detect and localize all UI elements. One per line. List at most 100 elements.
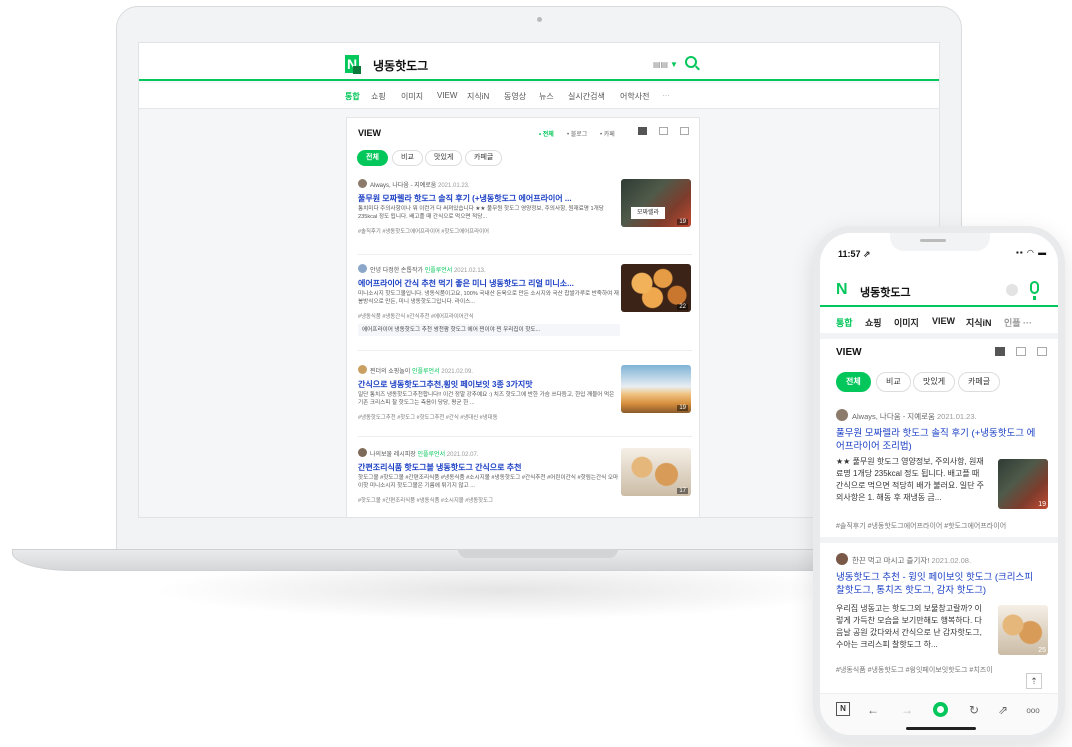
avatar[interactable] — [358, 448, 367, 457]
list-view-icon[interactable] — [995, 347, 1005, 356]
post-title[interactable]: 간편조리식품 핫도그볼 냉동핫도그 간식으로 추천 — [358, 462, 620, 473]
search-query[interactable]: 냉동핫도그 — [373, 57, 428, 74]
tab-news[interactable]: 뉴스 — [539, 91, 554, 102]
tab-shopping[interactable]: 쇼핑 — [371, 91, 386, 102]
chip-compare[interactable]: 비교 — [876, 372, 911, 392]
keyboard-dropdown-icon[interactable]: ▼ — [670, 60, 678, 69]
tab-view[interactable]: VIEW — [932, 316, 955, 326]
settings-view-icon[interactable] — [680, 127, 689, 135]
tab-realtime[interactable]: 실시간검색 — [568, 91, 605, 102]
post-author[interactable]: Always, 나다움 - 지예로움 2021.01.23. — [370, 180, 470, 189]
related-post-link[interactable]: 에어프라이어 냉동핫도그 추천 쌍천팜 핫도그 에어 찐이야 찐 우리집이 핫도… — [358, 324, 620, 336]
refresh-icon[interactable]: ↻ — [965, 703, 983, 717]
chip-all[interactable]: 전체 — [836, 372, 871, 392]
filter-all[interactable]: • 전체 — [539, 129, 554, 138]
post-author[interactable]: Always, 나다움 - 지예로움 2021.01.23. — [852, 411, 977, 422]
tab-view[interactable]: VIEW — [437, 91, 457, 100]
post-author-name[interactable]: 찐더의 쇼핑놀이 — [370, 369, 410, 375]
tab-all[interactable]: 통합 — [345, 91, 360, 102]
post-title[interactable]: 풀무원 모짜렐라 핫도그 솔직 후기 (+냉동핫도그 에어프라이어 조리법) — [836, 427, 1044, 453]
post-date: 2021.01.23. — [936, 412, 977, 421]
more-icon[interactable]: ooo — [1024, 706, 1042, 715]
thumbnail-count: 22 — [677, 304, 688, 310]
avatar[interactable] — [358, 264, 367, 273]
avatar[interactable] — [836, 553, 848, 565]
post-author[interactable]: 찐더의 쇼핑놀이 인플루언서 2021.02.09. — [370, 366, 473, 375]
microphone-icon[interactable] — [1030, 281, 1039, 300]
post-tags[interactable]: #냉동식품 #냉동간식 #간식추천 #에어프라이어간식 — [358, 312, 474, 320]
naver-home-button[interactable]: N — [836, 702, 850, 716]
tab-shopping[interactable]: 쇼핑 — [865, 316, 882, 329]
tab-kin[interactable]: 지식iN — [966, 316, 992, 329]
tab-video[interactable]: 동영상 — [504, 91, 526, 102]
post-thumbnail[interactable]: 17 — [621, 448, 691, 496]
thumbnail-view-icon[interactable] — [659, 127, 668, 135]
list-view-icon[interactable] — [638, 127, 647, 135]
chip-all[interactable]: 전체 — [357, 150, 388, 166]
post-title[interactable]: 에어프라이어 간식 추천 먹기 좋은 미니 냉동핫도그 리얼 미니소... — [358, 278, 620, 289]
chip-compare[interactable]: 비교 — [392, 150, 423, 166]
search-query[interactable]: 냉동핫도그 — [860, 284, 911, 300]
post-thumbnail[interactable]: 19 — [998, 459, 1048, 509]
tab-dictionary[interactable]: 어학사전 — [620, 91, 649, 102]
post-thumbnail[interactable]: 25 — [998, 605, 1048, 655]
post-snippet[interactable]: 일단 통치즈 냉동핫도그추천합니다!! 이건 정말 강추예요 :) 치즈 핫도그… — [358, 391, 620, 407]
chip-cafe-posts[interactable]: 카페글 — [958, 372, 1001, 392]
post-snippet[interactable]: 통치미다 주의사항이나 뭐 이런거 다 써져있습니다 ★★ 풀무원 핫도그 영양… — [358, 205, 620, 221]
post-tags[interactable]: #솔직후기 #냉동핫도그에어프라이어 #핫도그에어프라이어 — [836, 521, 1006, 531]
clear-input-icon[interactable] — [1006, 284, 1018, 296]
forward-icon[interactable]: → — [898, 703, 916, 717]
post-thumbnail[interactable]: 19 — [621, 365, 691, 413]
post-author-name[interactable]: 나의보물 레시피장 — [370, 452, 416, 458]
tab-influencer[interactable]: 인플 ··· — [1004, 316, 1032, 329]
chip-tasty[interactable]: 맛있게 — [913, 372, 956, 392]
post-snippet[interactable]: ★★ 풀무원 핫도그 영양정보, 주의사항, 원재료명 1개당 235kcal … — [836, 456, 986, 504]
keyboard-icon[interactable]: ▤▤ — [653, 60, 668, 69]
avatar[interactable] — [836, 409, 848, 421]
thumbnail-count: 25 — [1038, 647, 1046, 654]
scroll-to-top-button[interactable]: ⇡ — [1026, 673, 1042, 689]
post-tags[interactable]: #냉동식품 #냉동핫도그 #윙잇페이보잇핫도그 #치즈이 — [836, 665, 993, 675]
post-thumbnail[interactable]: 22 — [621, 264, 691, 312]
post-author[interactable]: 한끈 먹고 마시고 즐기자! 2021.02.08. — [852, 555, 971, 566]
share-icon[interactable]: ⇗ — [994, 703, 1012, 717]
avatar[interactable] — [358, 365, 367, 374]
post-snippet[interactable]: 핫도그볼 #핫도그볼 #간편조리식품 #냉동식품 #소시지볼 #냉동핫도그 #간… — [358, 474, 620, 490]
post-tags[interactable]: #냉동핫도그추천 #핫도그 #핫도그추천 #간식 #냉대신 #냉대동 — [358, 413, 498, 421]
tab-images[interactable]: 이미지 — [894, 316, 919, 329]
post-tags[interactable]: #핫도그볼 #간편조리식품 #냉동식품 #소시지볼 #냉동핫도그 — [358, 496, 493, 504]
thumbnail-view-icon[interactable] — [1016, 347, 1026, 356]
post-author-name[interactable]: Always, 나다움 - 지예로움 — [370, 183, 436, 189]
tab-kin[interactable]: 지식iN — [467, 91, 489, 102]
post-author[interactable]: 안녕 다정한 손톱작가 인플루언서 2021.02.13. — [370, 265, 486, 274]
list-item: 나의보물 레시피장 인플루언서 2021.02.07. 간편조리식품 핫도그볼 … — [358, 448, 692, 514]
post-author-name[interactable]: Always, 나다움 - 지예로움 — [852, 412, 935, 421]
tab-images[interactable]: 이미지 — [401, 91, 423, 102]
tab-more[interactable]: ··· — [662, 91, 670, 100]
post-author-name[interactable]: 한끈 먹고 마시고 즐기자! — [852, 556, 929, 565]
post-author[interactable]: 나의보물 레시피장 인플루언서 2021.02.07. — [370, 449, 478, 458]
header-underline — [820, 305, 1058, 307]
post-title[interactable]: 간식으로 냉동핫도그추천,횡잇 페이보잇 3종 3가지맛 — [358, 379, 620, 390]
post-title[interactable]: 냉동핫도그 추천 - 윙잇 페이보잇 핫도그 (크리스피 찰핫도그, 통치즈 핫… — [836, 571, 1044, 597]
filter-blog[interactable]: • 블로그 — [567, 129, 587, 138]
settings-view-icon[interactable] — [1037, 347, 1047, 356]
post-snippet[interactable]: 우리집 냉동고는 핫도그의 보물창고랄까? 이렇게 가득찬 모습을 보기만해도 … — [836, 603, 986, 651]
status-time: 11:57 ⇗ — [838, 249, 871, 259]
avatar[interactable] — [358, 179, 367, 188]
back-icon[interactable]: ← — [864, 703, 882, 717]
post-title[interactable]: 풀무원 모짜렐라 핫도그 솔직 후기 (+냉동핫도그 에어프라이어 ... — [358, 193, 620, 204]
post-tags[interactable]: #솔직후기 #냉동핫도그에어프라이어 #핫도그에어프라이어 — [358, 227, 489, 235]
chip-cafe-posts[interactable]: 카페글 — [465, 150, 503, 166]
tab-all[interactable]: 통합 — [836, 316, 853, 329]
view-section: VIEW • 전체 • 블로그 • 카페 전체 비교 맛있게 카페글 Alway… — [346, 117, 700, 517]
filter-cafe[interactable]: • 카페 — [600, 129, 615, 138]
section-divider — [820, 333, 1058, 339]
post-thumbnail[interactable]: 모짜렐라 19 — [621, 179, 691, 227]
green-dot-button[interactable] — [933, 702, 948, 717]
naver-logo-icon[interactable]: N — [836, 281, 848, 299]
post-author-name[interactable]: 안녕 다정한 손톱작가 — [370, 268, 423, 274]
post-snippet[interactable]: 미니소시지 핫도그몰입니다. 냉동식품이고요, 100% 국내산 돈육으로 만든… — [358, 290, 620, 306]
chip-tasty[interactable]: 맛있게 — [425, 150, 463, 166]
search-icon[interactable] — [685, 56, 697, 68]
